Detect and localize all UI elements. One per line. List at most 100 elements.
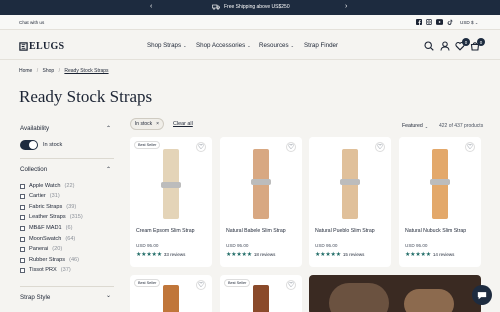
filter-label: Leather Straps <box>29 214 66 220</box>
filter-label: Cartier <box>29 193 46 199</box>
chevron-up-icon[interactable]: ⌃ <box>106 125 111 132</box>
product-name[interactable]: Cream Epsom Slim Strap <box>136 228 210 234</box>
toggle-knob <box>29 141 37 149</box>
product-card[interactable]: ♡ Natural Babele Slim Strap USD 95.00 ★★… <box>220 137 302 267</box>
active-filter-chip[interactable]: In stock × <box>130 118 164 130</box>
checkbox[interactable] <box>20 236 25 242</box>
best-seller-badge: Best Seller <box>134 141 161 149</box>
truck-icon <box>212 4 220 10</box>
filter-label: Apple Watch <box>29 183 61 189</box>
stars-icon: ★★★★★ <box>226 252 252 258</box>
filter-cartier[interactable]: Cartier (31) <box>20 193 60 199</box>
nav-resources[interactable]: Resources ⌄ <box>259 42 294 49</box>
product-price: USD 95.00 <box>226 243 249 248</box>
youtube-icon[interactable] <box>436 19 443 25</box>
lifestyle-banner[interactable] <box>309 275 481 312</box>
checkbox[interactable] <box>20 267 25 273</box>
account-icon[interactable] <box>440 41 450 51</box>
search-icon[interactable] <box>424 41 434 51</box>
breadcrumb-shop[interactable]: Shop <box>43 68 55 74</box>
filter-panerai[interactable]: Panerai (20) <box>20 246 62 252</box>
checkbox[interactable] <box>20 204 25 210</box>
checkbox[interactable] <box>20 183 25 189</box>
product-card[interactable]: ♡ Natural Pueblo Slim Strap USD 95.00 ★★… <box>309 137 391 267</box>
strap-style-heading[interactable]: Strap Style <box>20 294 50 301</box>
filter-tissot-prx[interactable]: Tissot PRX (37) <box>20 267 71 273</box>
review-count: 18 reviews <box>253 252 276 257</box>
in-stock-toggle[interactable] <box>20 140 38 150</box>
nav-shop-accessories[interactable]: Shop Accessories ⌄ <box>196 42 251 49</box>
chevron-up-icon[interactable]: ⌃ <box>106 166 111 173</box>
strap-image <box>253 285 269 312</box>
banner-image-shape <box>404 289 454 312</box>
chevron-down-icon[interactable]: ⌄ <box>106 292 111 299</box>
filter-moonswatch[interactable]: MoonSwatch (64) <box>20 236 75 242</box>
product-price: USD 95.00 <box>136 243 159 248</box>
heart-icon[interactable]: ♡ <box>196 142 206 152</box>
checkbox[interactable] <box>20 225 25 231</box>
banner-image-shape <box>329 283 389 312</box>
filter-count: (39) <box>66 204 77 210</box>
heart-icon[interactable]: ♡ <box>465 142 475 152</box>
chat-link[interactable]: Chat with us <box>19 20 44 25</box>
product-card[interactable]: Best Seller ♡ Cream Epsom Slim Strap USD… <box>130 137 212 267</box>
instagram-icon[interactable] <box>426 19 432 25</box>
strap-image <box>163 285 179 312</box>
heart-icon[interactable]: ♡ <box>375 142 385 152</box>
breadcrumb: Home / Shop / Ready Stock Straps <box>19 68 109 74</box>
product-price: USD 95.00 <box>315 243 338 248</box>
product-card[interactable]: Best Seller ♡ <box>130 275 212 312</box>
checkbox[interactable] <box>20 257 25 263</box>
chat-widget-button[interactable] <box>472 285 492 305</box>
filter-mbf-mad1[interactable]: MB&F MAD1 (6) <box>20 225 72 231</box>
chat-icon <box>477 291 487 299</box>
breadcrumb-home[interactable]: Home <box>19 68 32 74</box>
buckle <box>340 179 360 185</box>
filter-leather-straps[interactable]: Leather Straps (315) <box>20 214 83 220</box>
clear-all-link[interactable]: Clear all <box>173 121 193 127</box>
filter-count: (20) <box>52 246 63 252</box>
facebook-icon[interactable] <box>416 19 422 25</box>
close-icon[interactable]: × <box>156 121 159 127</box>
prev-announcement-button[interactable]: ‹ <box>150 3 152 10</box>
buckle <box>430 179 450 185</box>
nav-strap-finder[interactable]: Strap Finder <box>304 42 338 49</box>
tiktok-icon[interactable] <box>447 19 453 25</box>
currency-chevron-icon: ⌄ <box>474 20 479 25</box>
review-count: 14 reviews <box>432 252 455 257</box>
collection-heading[interactable]: Collection <box>20 166 47 173</box>
nav-label: Shop Straps <box>147 42 182 49</box>
product-name[interactable]: Natural Nubuck Slim Strap <box>405 228 479 234</box>
product-rating: ★★★★★ 15 reviews <box>315 251 364 258</box>
sort-select[interactable]: Featured ⌄ <box>402 123 428 129</box>
availability-heading[interactable]: Availability <box>20 125 49 132</box>
filter-count: (315) <box>69 214 83 220</box>
logo[interactable]: ELUGS <box>19 41 64 52</box>
filter-label: Tissot PRX <box>29 267 57 273</box>
checkbox[interactable] <box>20 193 25 199</box>
shipping-text: Free Shipping above US$250 <box>224 4 290 10</box>
next-announcement-button[interactable]: › <box>345 3 347 10</box>
filter-fabric-straps[interactable]: Fabric Straps (39) <box>20 204 76 210</box>
product-card[interactable]: ♡ Natural Nubuck Slim Strap USD 95.00 ★★… <box>399 137 481 267</box>
heart-icon[interactable]: ♡ <box>196 280 206 290</box>
product-card[interactable]: Best Seller ♡ <box>220 275 302 312</box>
cart-count-badge: 0 <box>477 38 485 46</box>
filter-count: (6) <box>65 225 73 231</box>
product-name[interactable]: Natural Babele Slim Strap <box>226 228 300 234</box>
divider <box>20 286 114 287</box>
filter-apple-watch[interactable]: Apple Watch (22) <box>20 183 74 189</box>
breadcrumb-separator: / <box>58 68 60 74</box>
nav-shop-straps[interactable]: Shop Straps ⌄ <box>147 42 186 49</box>
checkbox[interactable] <box>20 214 25 220</box>
filter-label: Rubber Straps <box>29 257 66 263</box>
product-rating: ★★★★★ 18 reviews <box>226 251 275 258</box>
currency-selector[interactable]: USD $ ⌄ <box>460 20 478 25</box>
filter-rubber-straps[interactable]: Rubber Straps (46) <box>20 257 79 263</box>
heart-icon[interactable]: ♡ <box>286 142 296 152</box>
filter-count: (22) <box>64 183 75 189</box>
checkbox[interactable] <box>20 246 25 252</box>
divider <box>20 158 114 159</box>
product-name[interactable]: Natural Pueblo Slim Strap <box>315 228 389 234</box>
heart-icon[interactable]: ♡ <box>286 280 296 290</box>
